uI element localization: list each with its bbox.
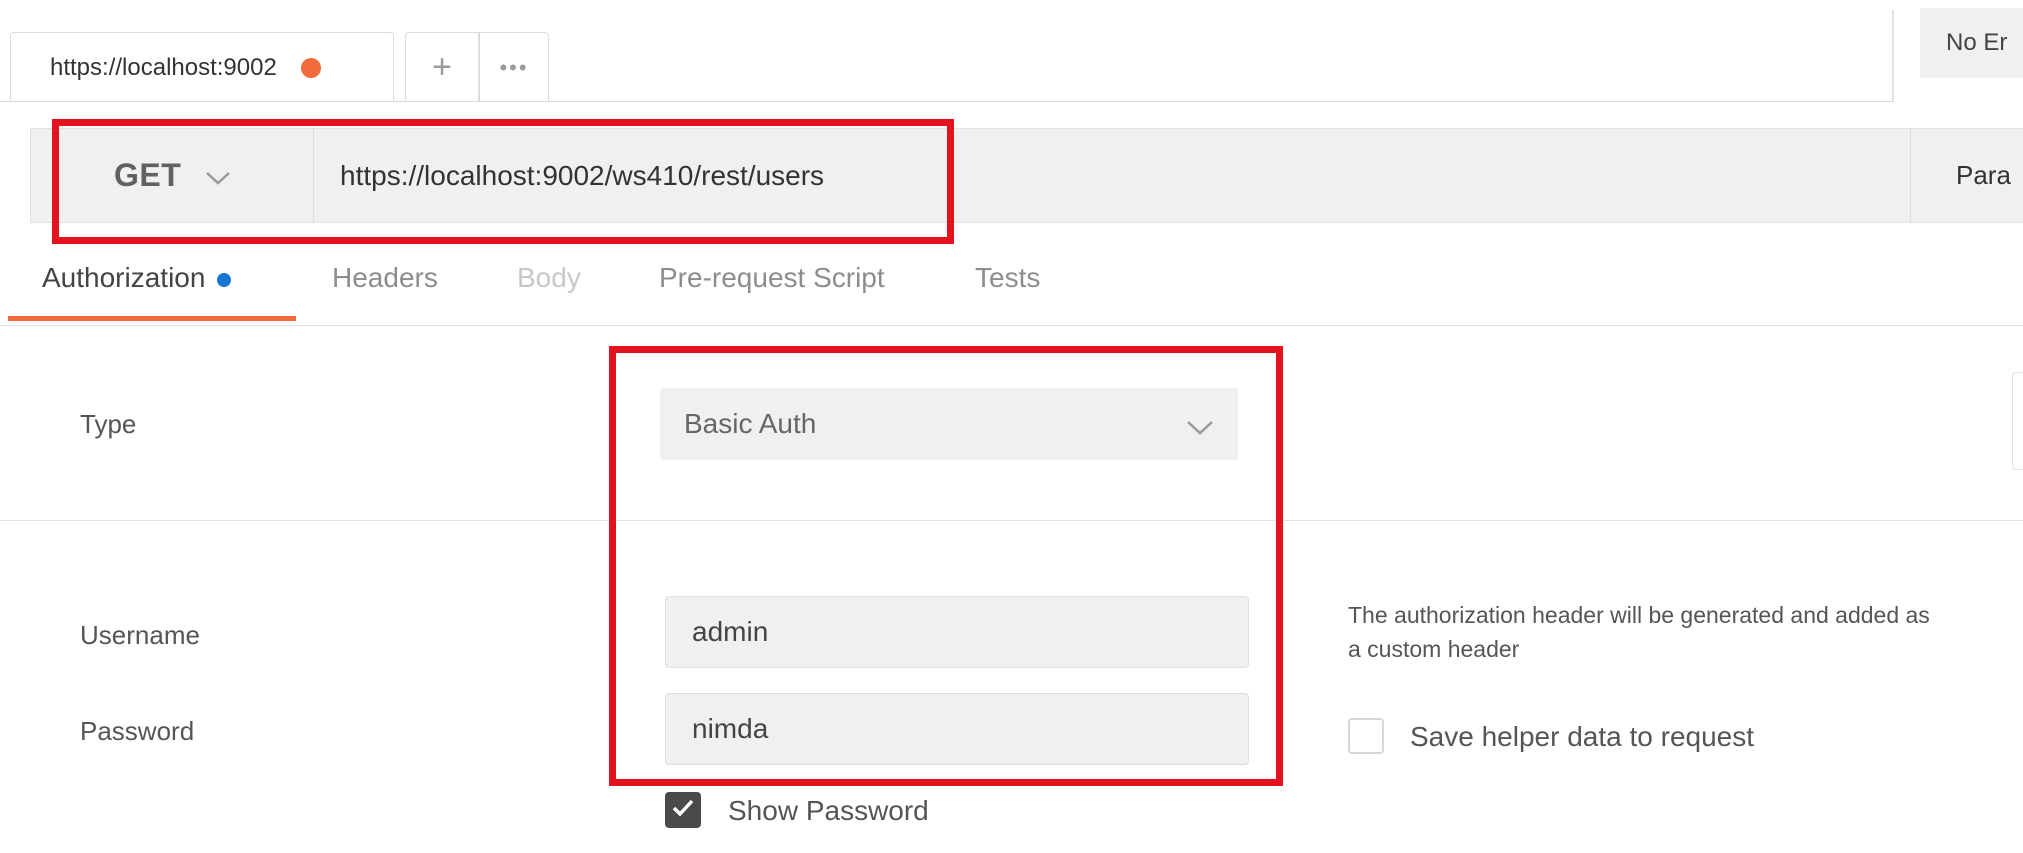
request-tab[interactable]: https://localhost:9002 (10, 32, 394, 102)
url-input[interactable]: https://localhost:9002/ws410/rest/users (314, 128, 1910, 223)
tab-authorization-label: Authorization (42, 262, 206, 293)
unsaved-indicator-dot (300, 57, 321, 78)
show-password-label: Show Password (728, 795, 929, 826)
chevron-down-icon (1186, 412, 1214, 444)
type-label: Type (80, 409, 137, 439)
save-helper-label: Save helper data to request (1410, 721, 1755, 752)
side-panel-edge (2012, 372, 2023, 470)
auth-type-select[interactable]: Basic Auth (660, 388, 1238, 460)
tab-authorization[interactable]: Authorization (42, 262, 232, 294)
environment-selector[interactable]: No Er (1920, 8, 2023, 78)
plus-icon: + (432, 48, 452, 86)
method-label: GET (114, 157, 182, 193)
password-label: Password (80, 716, 195, 746)
tab-headers[interactable]: Headers (332, 262, 438, 294)
checkmark-icon (671, 798, 695, 823)
username-value: admin (692, 616, 769, 647)
subtabs-divider (0, 325, 2023, 326)
more-horizontal-icon: ••• (499, 54, 529, 80)
new-tab-button[interactable]: + (405, 32, 479, 102)
authorization-active-dot (217, 272, 232, 287)
show-password-checkbox[interactable] (665, 792, 701, 828)
request-tab-title: https://localhost:9002 (50, 53, 277, 81)
username-label: Username (80, 620, 200, 650)
tab-body-label: Body (517, 262, 581, 293)
username-input[interactable]: admin (665, 596, 1249, 668)
tabs-divider (0, 101, 1893, 102)
environment-divider (1892, 10, 1894, 102)
params-button[interactable]: Para (1910, 128, 2023, 223)
save-helper-checkbox[interactable] (1348, 718, 1384, 754)
chevron-down-icon (205, 157, 231, 194)
method-selector[interactable]: GET (30, 128, 314, 223)
params-label: Para (1956, 160, 2011, 190)
auth-help-text: The authorization header will be generat… (1348, 602, 1930, 662)
tab-headers-label: Headers (332, 262, 438, 293)
tab-pre-request-script[interactable]: Pre-request Script (659, 262, 885, 294)
auth-type-value: Basic Auth (684, 408, 817, 439)
tab-pre-request-script-label: Pre-request Script (659, 262, 885, 293)
section-divider (0, 520, 2023, 521)
tab-tests-label: Tests (975, 262, 1041, 293)
password-input[interactable]: nimda (665, 693, 1249, 765)
tab-body[interactable]: Body (517, 262, 581, 294)
more-tabs-button[interactable]: ••• (479, 32, 549, 102)
active-tab-indicator (8, 316, 296, 321)
url-text: https://localhost:9002/ws410/rest/users (340, 159, 825, 191)
tab-tests[interactable]: Tests (975, 262, 1040, 294)
environment-label: No Er (1946, 29, 2008, 56)
password-value: nimda (692, 713, 769, 744)
